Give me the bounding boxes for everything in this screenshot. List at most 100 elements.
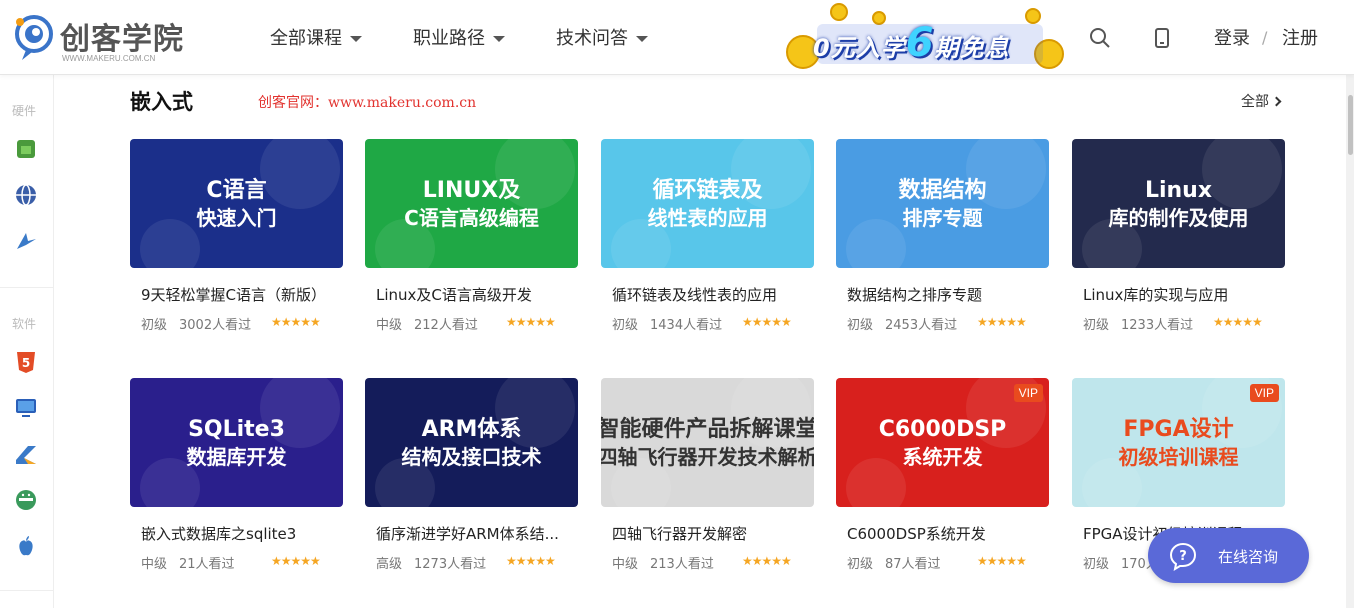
thumbnail-line-1: C6000DSP xyxy=(878,416,1007,442)
register-link[interactable]: 注册 xyxy=(1282,24,1318,50)
logo-mark-icon xyxy=(15,15,53,60)
course-views: 1434人看过 xyxy=(650,318,723,333)
drone-icon[interactable] xyxy=(14,229,38,253)
top-header: 创客学院 WWW.MAKERU.COM.CN 全部课程 职业路径 技术问答 0元… xyxy=(0,0,1354,75)
thumbnail-text: Linux 库的制作及使用 xyxy=(1072,139,1285,268)
thumbnail-line-2: 库的制作及使用 xyxy=(1108,205,1249,230)
banner-text: 0元入学6期免息 xyxy=(813,20,1010,66)
course-card[interactable]: 智能硬件产品拆解课堂 四轴飞行器开发技术解析四轴飞行器开发解密 中级 213人看过 ★★… xyxy=(601,378,814,578)
search-icon[interactable] xyxy=(1088,26,1112,50)
kotlin-icon[interactable] xyxy=(14,442,38,466)
apple-icon[interactable] xyxy=(14,534,38,558)
course-card[interactable]: LINUX及 C语言高级编程 Linux及C语言高级开发 中级 212人看过 ★★★★★ xyxy=(365,139,578,339)
course-thumbnail[interactable]: FPGA设计 初级培训课程 VIP xyxy=(1072,378,1285,507)
rating-stars-icon: ★★★★★ xyxy=(271,315,321,329)
course-meta: 高级 1273人看过 xyxy=(376,553,486,572)
category-sidebar: 硬件 软件 5 xyxy=(0,75,54,608)
android-icon[interactable] xyxy=(14,488,38,512)
thumbnail-line-2: 初级培训课程 xyxy=(1118,444,1239,469)
rating-stars-icon: ★★★★★ xyxy=(742,554,792,568)
nav-tech-qa[interactable]: 技术问答 xyxy=(556,24,648,50)
logo-subtext: WWW.MAKERU.COM.CN xyxy=(62,54,156,63)
sidebar-label-hardware: 硬件 xyxy=(12,104,37,118)
globe-icon[interactable] xyxy=(14,183,38,207)
vip-badge: VIP xyxy=(1013,384,1043,402)
course-views: 1273人看过 xyxy=(414,557,487,572)
promo-banner[interactable]: 0元入学6期免息 xyxy=(783,2,1068,72)
nav-career-path[interactable]: 职业路径 xyxy=(413,24,505,50)
course-thumbnail[interactable]: LINUX及 C语言高级编程 xyxy=(365,139,578,268)
course-level: 中级 xyxy=(141,557,168,572)
course-title[interactable]: 循序渐进学好ARM体系结... xyxy=(376,523,576,544)
course-level: 初级 xyxy=(847,557,874,572)
course-card[interactable]: 数据结构 排序专题数据结构之排序专题 初级 2453人看过 ★★★★★ xyxy=(836,139,1049,339)
thumbnail-line-2: 结构及接口技术 xyxy=(401,444,542,469)
course-level: 初级 xyxy=(612,318,639,333)
thumbnail-line-1: FPGA设计 xyxy=(1123,416,1234,442)
auth-separator: / xyxy=(1262,28,1268,47)
section-site-text: 创客官网：www.makeru.com.cn xyxy=(258,95,477,111)
rating-stars-icon: ★★★★★ xyxy=(1213,315,1263,329)
section-title: 嵌入式 xyxy=(130,90,193,114)
thumbnail-line-2: 排序专题 xyxy=(902,205,983,230)
course-level: 初级 xyxy=(1083,318,1110,333)
course-title[interactable]: C6000DSP系统开发 xyxy=(847,523,1047,544)
mobile-icon[interactable] xyxy=(1150,26,1174,50)
view-all-link[interactable]: 全部 xyxy=(1241,91,1282,111)
thumbnail-line-1: ARM体系 xyxy=(421,416,522,442)
course-card[interactable]: 循环链表及 线性表的应用 循环链表及线性表的应用 初级 1434人看过 ★★★★★ xyxy=(601,139,814,339)
vip-badge: VIP xyxy=(1249,384,1279,402)
course-title[interactable]: 嵌入式数据库之sqlite3 xyxy=(141,523,341,544)
thumbnail-line-1: LINUX及 xyxy=(422,177,521,203)
course-thumbnail[interactable]: C6000DSP 系统开发 VIP xyxy=(836,378,1049,507)
nav-all-courses[interactable]: 全部课程 xyxy=(270,24,362,50)
banner-text-b: 6 xyxy=(905,20,935,66)
course-meta: 初级 1233人看过 xyxy=(1083,314,1193,333)
course-title[interactable]: 9天轻松掌握C语言（新版） xyxy=(141,284,341,305)
course-thumbnail[interactable]: 数据结构 排序专题 xyxy=(836,139,1049,268)
course-meta: 中级 213人看过 xyxy=(612,553,714,572)
course-thumbnail[interactable]: C语言 快速入门 xyxy=(130,139,343,268)
scrollbar-thumb[interactable] xyxy=(1348,95,1353,155)
course-thumbnail[interactable]: 智能硬件产品拆解课堂 四轴飞行器开发技术解析 xyxy=(601,378,814,507)
course-meta: 初级 2453人看过 xyxy=(847,314,957,333)
course-card[interactable]: C6000DSP 系统开发 VIP C6000DSP系统开发 初级 87人看过 ★★★★★ xyxy=(836,378,1049,578)
course-card[interactable]: ARM体系 结构及接口技术 循序渐进学好ARM体系结... 高级 1273人看过 ★★★★… xyxy=(365,378,578,578)
course-thumbnail[interactable]: 循环链表及 线性表的应用 xyxy=(601,139,814,268)
rating-stars-icon: ★★★★★ xyxy=(742,315,792,329)
course-title[interactable]: Linux及C语言高级开发 xyxy=(376,284,576,305)
consult-label: 在线咨询 xyxy=(1218,548,1279,566)
course-title[interactable]: 数据结构之排序专题 xyxy=(847,284,1047,305)
thumbnail-line-2: 四轴飞行器开发技术解析 xyxy=(601,444,814,469)
chip-icon[interactable] xyxy=(14,137,38,161)
course-thumbnail[interactable]: ARM体系 结构及接口技术 xyxy=(365,378,578,507)
course-title[interactable]: 四轴飞行器开发解密 xyxy=(612,523,812,544)
course-thumbnail[interactable]: Linux 库的制作及使用 xyxy=(1072,139,1285,268)
thumbnail-text: SQLite3 数据库开发 xyxy=(130,378,343,507)
online-consult-button[interactable]: ? 在线咨询 xyxy=(1148,528,1309,583)
thumbnail-text: 智能硬件产品拆解课堂 四轴飞行器开发技术解析 xyxy=(601,378,814,507)
course-views: 1233人看过 xyxy=(1121,318,1194,333)
thumbnail-line-1: C语言 xyxy=(206,177,267,203)
sidebar-divider xyxy=(0,287,54,288)
course-title[interactable]: Linux库的实现与应用 xyxy=(1083,284,1283,305)
thumbnail-line-1: 循环链表及 xyxy=(652,177,763,203)
course-title[interactable]: 循环链表及线性表的应用 xyxy=(612,284,812,305)
logo-text: 创客学院 xyxy=(60,22,184,57)
svg-text:5: 5 xyxy=(22,356,30,370)
nav-label: 全部课程 xyxy=(270,28,342,49)
course-thumbnail[interactable]: SQLite3 数据库开发 xyxy=(130,378,343,507)
login-link[interactable]: 登录 xyxy=(1214,24,1250,50)
course-card[interactable]: SQLite3 数据库开发 嵌入式数据库之sqlite3 中级 21人看过 ★★★★★ xyxy=(130,378,343,578)
course-views: 2453人看过 xyxy=(885,318,958,333)
html5-icon[interactable]: 5 xyxy=(14,350,38,374)
course-views: 21人看过 xyxy=(179,557,235,572)
course-level: 中级 xyxy=(376,318,403,333)
thumbnail-text: C语言 快速入门 xyxy=(130,139,343,268)
rating-stars-icon: ★★★★★ xyxy=(977,315,1027,329)
monitor-icon[interactable] xyxy=(14,396,38,420)
course-card[interactable]: C语言 快速入门 9天轻松掌握C语言（新版） 初级 3002人看过 ★★★★★ xyxy=(130,139,343,339)
thumbnail-text: LINUX及 C语言高级编程 xyxy=(365,139,578,268)
course-meta: 中级 212人看过 xyxy=(376,314,478,333)
course-card[interactable]: Linux 库的制作及使用 Linux库的实现与应用初级 1233人看过 ★★★★★ xyxy=(1072,139,1285,339)
